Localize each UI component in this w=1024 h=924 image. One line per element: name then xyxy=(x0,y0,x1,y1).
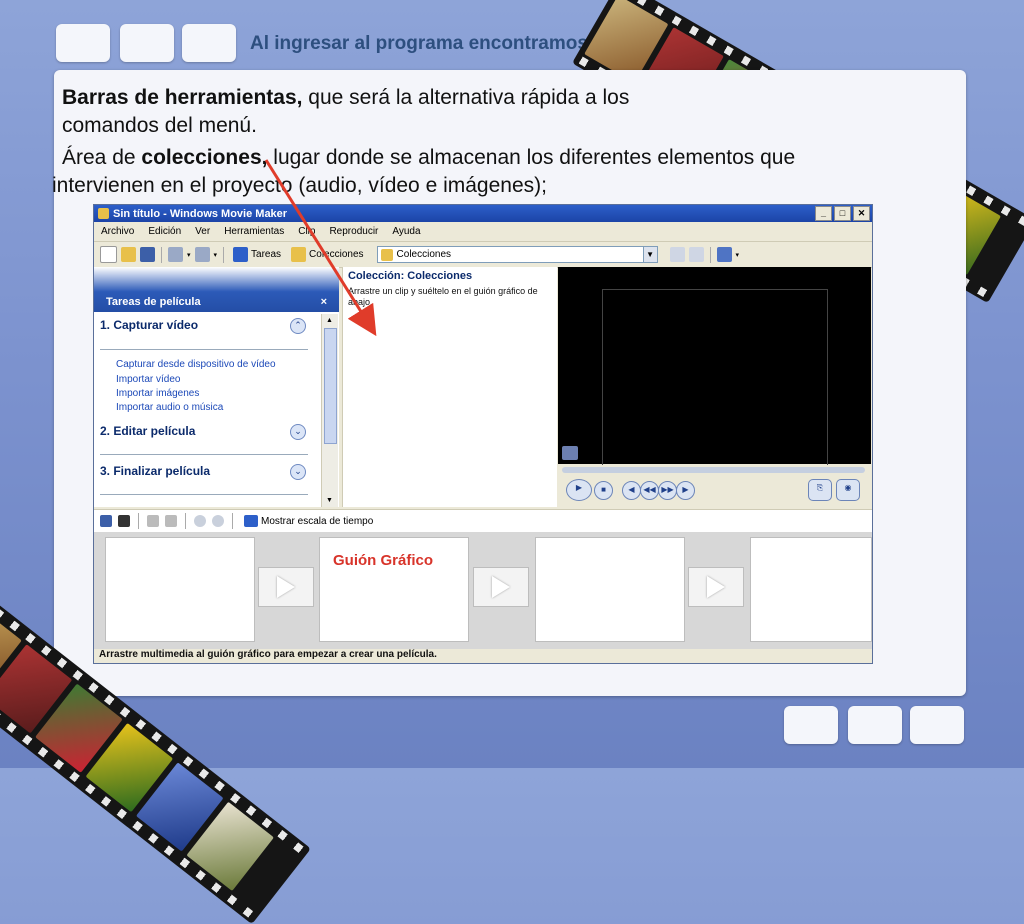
link-import-images[interactable]: Importar imágenes xyxy=(116,388,199,399)
storyboard-slot[interactable] xyxy=(750,537,872,642)
storyboard-label: Guión Gráfico xyxy=(333,552,434,569)
open-folder-icon[interactable] xyxy=(121,247,136,262)
undo-icon[interactable] xyxy=(168,247,183,262)
menu-archivo[interactable]: Archivo xyxy=(94,226,141,237)
show-timeline-button[interactable]: Mostrar escala de tiempo xyxy=(241,515,376,527)
transition-slot[interactable] xyxy=(258,567,314,607)
transition-slot[interactable] xyxy=(473,567,529,607)
scroll-down-icon[interactable]: ▼ xyxy=(324,495,335,506)
play-icon[interactable]: ▶ xyxy=(566,479,592,501)
menu-reproducir[interactable]: Reproducir xyxy=(322,226,385,237)
task-section-capture[interactable]: 1. Capturar vídeo xyxy=(100,318,198,332)
stop-icon[interactable]: ■ xyxy=(594,481,613,500)
timeline-icon xyxy=(244,515,258,527)
close-button[interactable]: ✕ xyxy=(853,206,870,221)
scrollbar-thumb[interactable] xyxy=(324,328,337,444)
decorative-tab xyxy=(120,24,174,62)
app-icon xyxy=(98,208,109,219)
transition-slot[interactable] xyxy=(688,567,744,607)
collections-pane[interactable]: Colección: Colecciones Arrastre un clip … xyxy=(342,267,557,507)
storyboard-icon[interactable] xyxy=(100,515,112,527)
bullet-toolbars: Barras de herramientas, que será la alte… xyxy=(62,86,630,137)
nav-tab[interactable] xyxy=(910,706,964,744)
decorative-tab xyxy=(56,24,110,62)
narrate-icon[interactable] xyxy=(118,515,130,527)
next-frame-icon[interactable]: ▶ xyxy=(676,481,695,500)
previous-frame-icon[interactable]: ◀ xyxy=(622,481,641,500)
view-options-icon[interactable] xyxy=(716,247,732,262)
menu-clip[interactable]: Clip xyxy=(291,226,322,237)
menu-edicion[interactable]: Edición xyxy=(141,226,188,237)
storyboard-slot[interactable] xyxy=(535,537,685,642)
close-icon[interactable]: × xyxy=(321,296,327,308)
monitor-mode-icon[interactable] xyxy=(562,446,578,460)
storyboard[interactable]: Guión Gráfico xyxy=(94,532,872,649)
nav-tab[interactable] xyxy=(848,706,902,744)
link-capture-device[interactable]: Capturar desde dispositivo de vídeo xyxy=(116,359,276,370)
tasks-header: Tareas de película × xyxy=(94,267,339,312)
chevron-up-icon[interactable]: ⌃ xyxy=(290,318,306,334)
link-import-video[interactable]: Importar vídeo xyxy=(116,374,180,385)
link-import-audio[interactable]: Importar audio o música xyxy=(116,402,223,413)
window-titlebar: Sin título - Windows Movie Maker _ □ ✕ xyxy=(94,205,872,222)
chevron-down-icon[interactable]: ▼ xyxy=(642,247,657,262)
zoom-in-icon[interactable] xyxy=(147,515,159,527)
task-section-finish[interactable]: 3. Finalizar película xyxy=(100,464,210,478)
window-title: Sin título - Windows Movie Maker xyxy=(113,207,288,220)
movie-maker-window: Sin título - Windows Movie Maker _ □ ✕ A… xyxy=(93,204,873,664)
menu-ayuda[interactable]: Ayuda xyxy=(385,226,427,237)
slide-title: Al ingresar al programa encontramos xyxy=(250,33,588,54)
status-bar: Arrastre multimedia al guión gráfico par… xyxy=(94,649,872,663)
tasks-icon xyxy=(233,247,249,262)
seek-bar[interactable] xyxy=(562,467,865,473)
new-folder-icon[interactable] xyxy=(688,247,704,262)
view-dropdown-icon[interactable]: ▾ xyxy=(736,251,740,259)
zoom-out-icon[interactable] xyxy=(165,515,177,527)
up-folder-icon[interactable] xyxy=(669,247,685,262)
minimize-button[interactable]: _ xyxy=(815,206,832,221)
maximize-button[interactable]: □ xyxy=(834,206,851,221)
bullet-collections: Área de colecciones, lugar donde se alma… xyxy=(52,146,796,197)
collection-hint: Arrastre un clip y suéltelo en el guión … xyxy=(348,286,538,307)
collections-folder-icon xyxy=(291,247,307,262)
rewind-icon[interactable]: ◀◀ xyxy=(640,481,659,500)
undo-dropdown-icon[interactable]: ▾ xyxy=(187,251,191,259)
tareas-button[interactable]: Tareas xyxy=(230,247,284,262)
menu-bar: Archivo Edición Ver Herramientas Clip Re… xyxy=(94,222,872,242)
forward-icon[interactable]: ▶▶ xyxy=(658,481,677,500)
toolbar: ▾ ▾ Tareas Colecciones Colecciones ▼ ▾ xyxy=(94,242,872,268)
scroll-up-icon[interactable]: ▲ xyxy=(324,315,335,326)
split-clip-icon[interactable]: ⎘ xyxy=(808,479,832,501)
redo-dropdown-icon[interactable]: ▾ xyxy=(214,251,218,259)
menu-ver[interactable]: Ver xyxy=(188,226,217,237)
storyboard-slot[interactable] xyxy=(105,537,255,642)
preview-screen xyxy=(558,267,871,465)
play-storyboard-icon[interactable] xyxy=(212,515,224,527)
rewind-storyboard-icon[interactable] xyxy=(194,515,206,527)
collection-icon xyxy=(380,248,393,261)
storyboard-toolbar: Mostrar escala de tiempo xyxy=(94,509,872,532)
redo-icon[interactable] xyxy=(194,247,210,262)
preview-monitor: ▶ ■ ◀ ◀◀ ▶▶ ▶ ⎘ ◉ xyxy=(558,267,871,507)
task-section-edit[interactable]: 2. Editar película xyxy=(100,424,195,438)
collections-combo[interactable]: Colecciones ▼ xyxy=(376,246,658,263)
decorative-tab xyxy=(182,24,236,62)
tasks-scrollbar[interactable]: ▲ ▼ xyxy=(321,314,338,507)
chevron-down-icon[interactable]: ⌄ xyxy=(290,464,306,480)
menu-herramientas[interactable]: Herramientas xyxy=(217,226,291,237)
chevron-down-icon[interactable]: ⌄ xyxy=(290,424,306,440)
camera-icon[interactable]: ◉ xyxy=(836,479,860,501)
collection-title: Colección: Colecciones xyxy=(348,270,473,282)
new-icon[interactable] xyxy=(100,246,117,263)
save-icon[interactable] xyxy=(140,247,155,262)
nav-tab[interactable] xyxy=(784,706,838,744)
tasks-pane: Tareas de película × 1. Capturar vídeo ⌃… xyxy=(94,267,339,507)
colecciones-button[interactable]: Colecciones xyxy=(288,247,366,262)
